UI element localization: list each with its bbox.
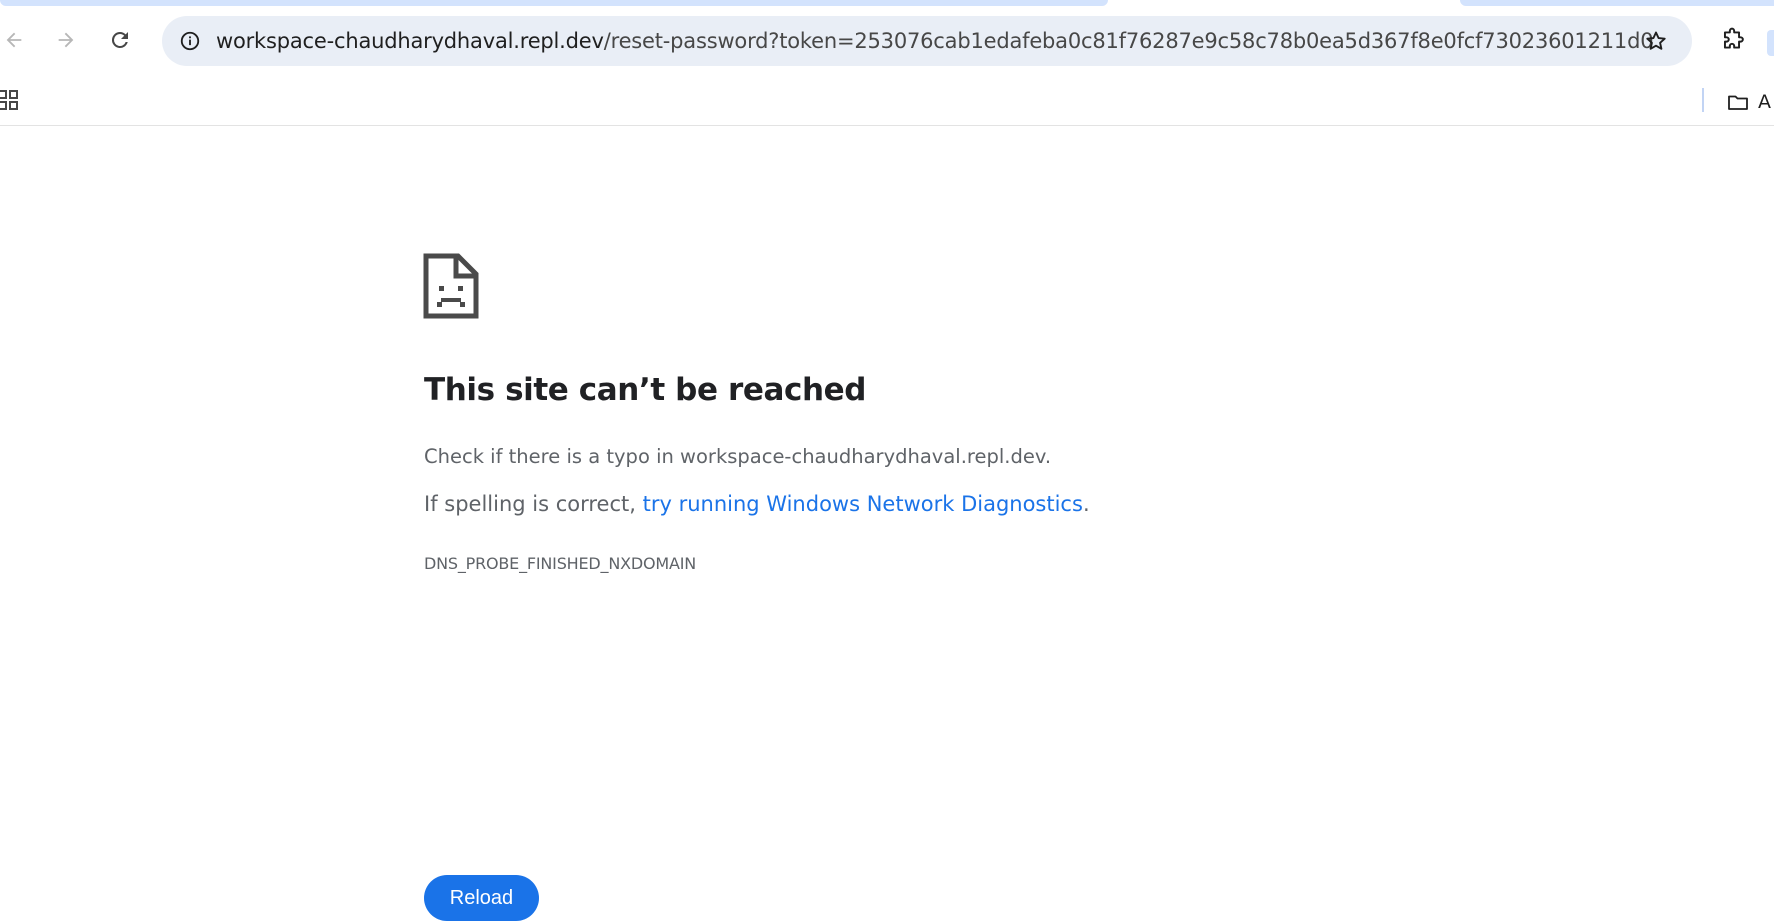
bookmark-star-button[interactable] <box>1638 23 1674 59</box>
error-page: This site can’t be reached Check if ther… <box>0 127 1774 921</box>
back-button[interactable] <box>0 20 34 60</box>
arrow-left-icon <box>6 32 22 48</box>
folder-icon <box>1728 95 1748 110</box>
bookmarks-bar: A <box>0 78 1774 126</box>
extensions-button[interactable] <box>1712 20 1752 60</box>
sad-document-icon <box>423 253 479 319</box>
url-path: /reset-password?token=253076cab1edafeba0… <box>603 29 1654 53</box>
browser-toolbar: workspace-chaudharydhaval.repl.dev/reset… <box>0 6 1774 78</box>
reload-icon <box>111 31 128 48</box>
diagnostics-suffix: . <box>1082 492 1090 516</box>
bookmark-folder-label: A <box>1758 91 1771 113</box>
arrow-right-icon <box>58 32 74 48</box>
diagnostics-link[interactable]: try running Windows Network Diagnostics <box>643 492 1083 516</box>
reload-button[interactable] <box>100 20 140 60</box>
star-icon <box>1646 31 1666 50</box>
url-text[interactable]: workspace-chaudharydhaval.repl.dev/reset… <box>216 16 1654 66</box>
typo-suggestion: Check if there is a typo in workspace-ch… <box>424 445 1052 468</box>
apps-grid-icon[interactable] <box>0 87 24 113</box>
site-info-button[interactable] <box>172 23 208 59</box>
diagnostics-prefix: If spelling is correct, <box>424 492 643 516</box>
reload-page-button[interactable]: Reload <box>424 875 539 921</box>
error-code: DNS_PROBE_FINISHED_NXDOMAIN <box>424 554 696 573</box>
url-host: workspace-chaudharydhaval.repl.dev <box>216 29 604 53</box>
bookmark-folder[interactable]: A <box>1726 84 1771 120</box>
puzzle-icon <box>1723 27 1744 49</box>
forward-button[interactable] <box>46 20 86 60</box>
profile-button[interactable] <box>1767 30 1774 56</box>
error-title: This site can’t be reached <box>424 372 867 408</box>
bookmarks-divider <box>1702 88 1704 112</box>
info-icon <box>180 31 200 51</box>
address-bar[interactable]: workspace-chaudharydhaval.repl.dev/reset… <box>162 16 1692 66</box>
diagnostics-suggestion: If spelling is correct, try running Wind… <box>424 492 1090 516</box>
